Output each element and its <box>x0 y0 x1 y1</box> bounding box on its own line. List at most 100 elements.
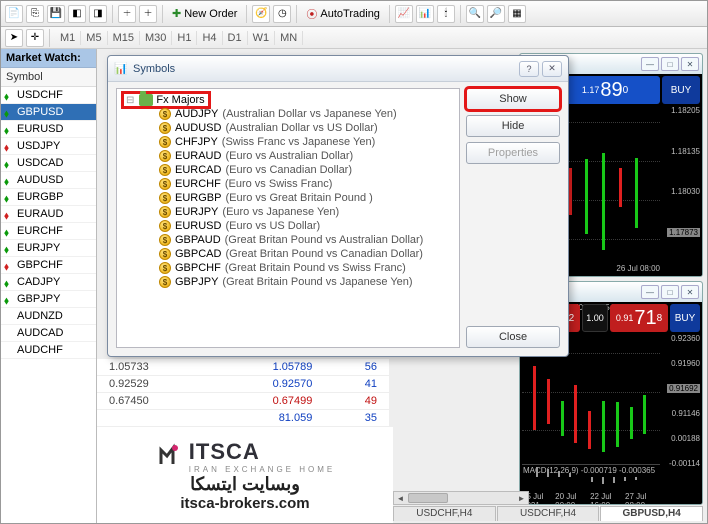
collapse-icon[interactable]: ⊟ <box>126 95 134 106</box>
timeframe-H1[interactable]: H1 <box>172 31 197 45</box>
symbol-item-AUDJPY[interactable]: $AUDJPY (Australian Dollar vs Japanese Y… <box>123 107 455 121</box>
symbol-item-GBPCHF[interactable]: $GBPCHF (Great Britain Pound vs Swiss Fr… <box>123 261 455 275</box>
symbol-item-EURUSD[interactable]: $EURUSD (Euro vs US Dollar) <box>123 219 455 233</box>
dialog-titlebar[interactable]: 📊 Symbols ? ✕ <box>108 56 568 82</box>
zoom-in-icon[interactable]: 🔍 <box>466 5 484 23</box>
mw-row-GBPJPY[interactable]: ⬧GBPJPY <box>1 291 96 308</box>
tool-btn[interactable]: 💾 <box>47 5 65 23</box>
symbol-item-EURCAD[interactable]: $EURCAD (Euro vs Canadian Dollar) <box>123 163 455 177</box>
close-icon[interactable]: ✕ <box>681 57 699 71</box>
symbol-item-EURAUD[interactable]: $EURAUD (Euro vs Australian Dollar) <box>123 149 455 163</box>
crosshair-icon[interactable]: ✛ <box>26 29 44 47</box>
timeframe-M15[interactable]: M15 <box>108 31 140 45</box>
symbol-tree[interactable]: ⊟ Fx Majors $AUDJPY (Australian Dollar v… <box>116 88 460 348</box>
horizontal-scrollbar[interactable]: ◄ ► <box>393 491 529 505</box>
price-row[interactable]: 81.05935 <box>97 410 389 427</box>
timeframe-MN[interactable]: MN <box>275 31 303 45</box>
scroll-thumb[interactable] <box>408 493 448 503</box>
buy-button[interactable]: BUY <box>670 304 700 332</box>
mw-row-EURJPY[interactable]: ⬧EURJPY <box>1 240 96 257</box>
symbol-label: USDCAD <box>17 157 63 169</box>
tool-btn[interactable]: 📈 <box>395 5 413 23</box>
symbol-label: AUDNZD <box>17 310 63 322</box>
tool-btn[interactable]: 🞡 <box>118 5 136 23</box>
cell-ask: 0.67499 <box>211 393 325 410</box>
tool-btn[interactable]: ◧ <box>68 5 86 23</box>
mw-row-EURGBP[interactable]: ⬧EURGBP <box>1 189 96 206</box>
buy-button[interactable]: BUY <box>662 76 700 104</box>
cursor-icon[interactable]: ➤ <box>5 29 23 47</box>
chart-tab[interactable]: USDCHF,H4 <box>497 506 600 521</box>
mw-row-AUDCAD[interactable]: AUDCAD <box>1 325 96 342</box>
tool-btn[interactable]: 📊 <box>416 5 434 23</box>
timeframe-D1[interactable]: D1 <box>223 31 248 45</box>
mw-row-EURUSD[interactable]: ⬧EURUSD <box>1 121 96 138</box>
tool-btn[interactable]: ⎘ <box>26 5 44 23</box>
autotrading-button[interactable]: ⦿ AutoTrading <box>302 6 384 22</box>
close-icon[interactable]: ✕ <box>542 61 562 77</box>
symbol-desc: (Euro vs Canadian Dollar) <box>225 164 352 176</box>
price-row[interactable]: 1.057331.0578956 <box>97 359 389 376</box>
symbol-item-EURGBP[interactable]: $EURGBP (Euro vs Great Britain Pound ) <box>123 191 455 205</box>
tool-btn[interactable]: 🞢 <box>139 5 157 23</box>
cell-bid: 0.92529 <box>97 376 211 393</box>
minimize-icon[interactable]: — <box>641 285 659 299</box>
mw-row-AUDUSD[interactable]: ⬧AUDUSD <box>1 172 96 189</box>
tool-btn[interactable]: ◷ <box>273 5 291 23</box>
hide-button[interactable]: Hide <box>466 115 560 137</box>
maximize-icon[interactable]: □ <box>661 57 679 71</box>
tool-btn[interactable]: 🧭 <box>252 5 270 23</box>
minimize-icon[interactable]: — <box>641 57 659 71</box>
price-row[interactable]: 0.674500.6749949 <box>97 393 389 410</box>
mw-row-GBPUSD[interactable]: ⬧GBPUSD <box>1 104 96 121</box>
tool-btn[interactable]: 📄 <box>5 5 23 23</box>
mw-row-EURCHF[interactable]: ⬧EURCHF <box>1 223 96 240</box>
tool-btn[interactable]: ▦ <box>508 5 526 23</box>
mw-row-USDCHF[interactable]: ⬧ USDCHF <box>1 87 96 104</box>
timeframe-M30[interactable]: M30 <box>140 31 172 45</box>
help-icon[interactable]: ? <box>519 61 539 77</box>
symbol-item-EURCHF[interactable]: $EURCHF (Euro vs Swiss Franc) <box>123 177 455 191</box>
direction-icon: ⬧ <box>4 125 13 134</box>
new-order-button[interactable]: ✚ New Order <box>168 7 241 20</box>
mw-row-CADJPY[interactable]: ⬧CADJPY <box>1 274 96 291</box>
symbol-item-EURJPY[interactable]: $EURJPY (Euro vs Japanese Yen) <box>123 205 455 219</box>
mw-row-AUDCHF[interactable]: AUDCHF <box>1 342 96 359</box>
tool-btn[interactable]: ◨ <box>89 5 107 23</box>
close-button[interactable]: Close <box>466 326 560 348</box>
timeframe-H4[interactable]: H4 <box>197 31 222 45</box>
symbol-item-GBPJPY[interactable]: $GBPJPY (Great Britain Pound vs Japanese… <box>123 275 455 289</box>
timeframe-M1[interactable]: M1 <box>55 31 81 45</box>
maximize-icon[interactable]: □ <box>661 285 679 299</box>
mw-row-USDJPY[interactable]: ⬧USDJPY <box>1 138 96 155</box>
scroll-left-icon[interactable]: ◄ <box>394 492 407 504</box>
timeframe-M5[interactable]: M5 <box>81 31 107 45</box>
mw-row-AUDNZD[interactable]: AUDNZD <box>1 308 96 325</box>
folder-fx-majors[interactable]: ⊟ Fx Majors <box>123 93 209 107</box>
dollar-icon: $ <box>159 220 171 232</box>
chart-tab[interactable]: USDCHF,H4 <box>393 506 496 521</box>
chart-tab[interactable]: GBPUSD,H4 <box>600 506 703 521</box>
mw-row-GBPCHF[interactable]: ⬧GBPCHF <box>1 257 96 274</box>
scale-label: 0.91960 <box>671 359 700 368</box>
close-icon[interactable]: ✕ <box>681 285 699 299</box>
buy-tile[interactable]: 0.91718 <box>610 304 668 332</box>
market-watch-header: Symbol <box>1 68 96 87</box>
symbol-item-GBPAUD[interactable]: $GBPAUD (Great Britan Pound vs Australia… <box>123 233 455 247</box>
symbol-label: USDCHF <box>17 89 63 101</box>
symbol-label: GBPCHF <box>17 259 63 271</box>
scroll-right-icon[interactable]: ► <box>515 492 528 504</box>
zoom-out-icon[interactable]: 🔎 <box>487 5 505 23</box>
symbol-label: USDJPY <box>17 140 60 152</box>
direction-icon: ⬧ <box>4 91 13 100</box>
mw-row-USDCAD[interactable]: ⬧USDCAD <box>1 155 96 172</box>
tool-btn[interactable]: 🕯 <box>437 5 455 23</box>
symbol-item-GBPCAD[interactable]: $GBPCAD (Great Britan Pound vs Canadian … <box>123 247 455 261</box>
show-button[interactable]: Show <box>466 88 560 110</box>
timeframe-W1[interactable]: W1 <box>248 31 276 45</box>
mw-row-EURAUD[interactable]: ⬧EURAUD <box>1 206 96 223</box>
symbol-item-CHFJPY[interactable]: $CHFJPY (Swiss Franc vs Japanese Yen) <box>123 135 455 149</box>
symbol-item-AUDUSD[interactable]: $AUDUSD (Australian Dollar vs US Dollar) <box>123 121 455 135</box>
symbol-desc: (Great Britan Pound vs Australian Dollar… <box>225 234 424 246</box>
price-row[interactable]: 0.925290.9257041 <box>97 376 389 393</box>
